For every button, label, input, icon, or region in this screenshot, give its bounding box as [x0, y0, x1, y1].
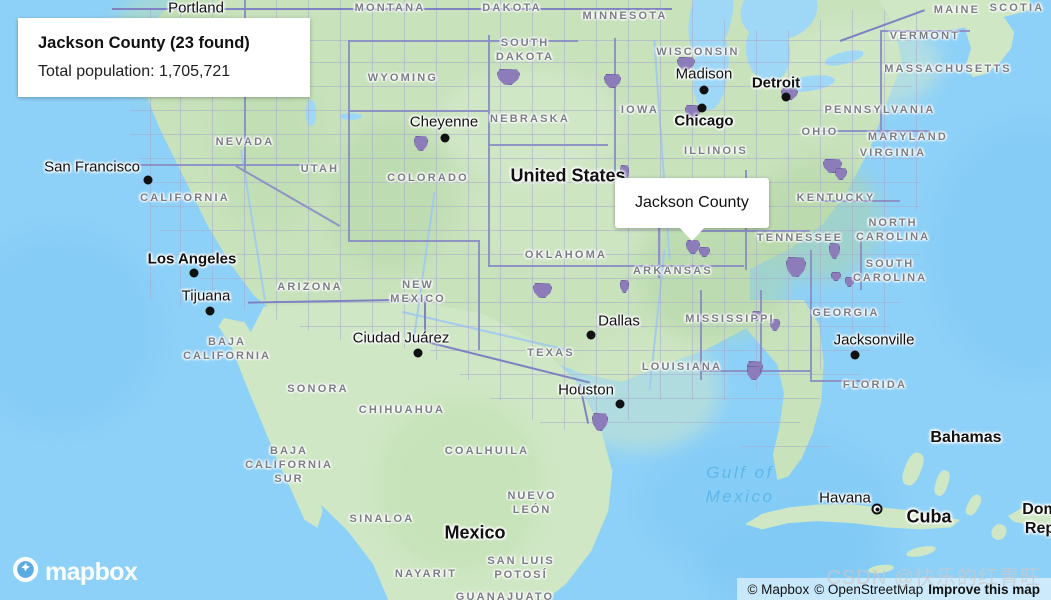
- county-grid: [740, 446, 830, 447]
- county-grid: [130, 134, 920, 135]
- county-grid: [788, 30, 789, 370]
- attribution-improve-map[interactable]: Improve this map: [928, 582, 1040, 597]
- city-marker-dot: [781, 92, 791, 102]
- state-boundary: [860, 240, 862, 290]
- state-boundary: [478, 240, 480, 350]
- country-boundary-usmx: [424, 296, 426, 340]
- county-grid: [404, 0, 405, 348]
- state-boundary: [348, 110, 488, 112]
- city-marker-dot: [615, 399, 625, 409]
- state-boundary: [820, 200, 900, 202]
- city-marker-dot: [586, 330, 596, 340]
- state-boundary: [880, 30, 882, 140]
- county-grid: [916, 10, 917, 210]
- state-boundary: [488, 265, 618, 267]
- county-grid: [260, 302, 900, 303]
- county-grid: [300, 326, 890, 327]
- lake: [340, 113, 362, 120]
- state-boundary: [112, 164, 312, 166]
- info-panel-population: Total population: 1,705,721: [38, 63, 231, 80]
- terrain-shading: [380, 400, 540, 570]
- county-grid: [564, 0, 565, 430]
- state-boundary: [348, 40, 578, 42]
- city-marker-dot: [697, 103, 707, 113]
- state-boundary: [348, 240, 478, 242]
- county-grid: [150, 206, 920, 207]
- map-popup[interactable]: Jackson County: [615, 178, 769, 241]
- city-marker-dot: [143, 175, 153, 185]
- city-marker-dot: [189, 268, 199, 278]
- county-grid: [436, 0, 437, 360]
- county-grid: [500, 0, 501, 400]
- county-grid: [490, 398, 820, 399]
- map-canvas[interactable]: MONTANA DAKOTA SOUTH DAKOTA MINNESOTA WISCONS…: [0, 0, 1051, 600]
- state-boundary: [810, 380, 870, 382]
- county-grid: [340, 0, 341, 340]
- popup-tip-icon: [678, 227, 705, 241]
- state-boundary: [700, 290, 702, 380]
- city-marker-dot: [413, 348, 423, 358]
- state-boundary: [488, 144, 608, 146]
- mapbox-logo-icon: [12, 556, 39, 588]
- city-marker-dot: [205, 306, 215, 316]
- capital-marker-icon: [871, 503, 883, 515]
- state-boundary: [614, 38, 616, 178]
- county-grid: [468, 0, 469, 380]
- country-boundary-uscan: [112, 8, 672, 10]
- info-panel-title: Jackson County (23 found): [38, 34, 250, 52]
- state-boundary: [760, 290, 762, 370]
- city-marker-dot: [699, 85, 709, 95]
- attribution-bar[interactable]: © Mapbox © OpenStreetMap Improve this ma…: [737, 578, 1051, 600]
- county-grid: [140, 158, 920, 159]
- state-boundary: [820, 130, 930, 132]
- county-grid: [884, 10, 885, 340]
- county-grid: [540, 422, 800, 423]
- attribution-osm[interactable]: © OpenStreetMap: [814, 582, 923, 597]
- state-boundary: [880, 30, 970, 32]
- mapbox-wordmark: mapbox: [45, 557, 138, 586]
- state-boundary: [348, 40, 350, 240]
- county-grid: [200, 278, 910, 279]
- city-marker-dot: [850, 350, 860, 360]
- mapbox-logo[interactable]: mapbox: [12, 556, 138, 588]
- state-boundary: [488, 35, 490, 265]
- attribution-mapbox[interactable]: © Mapbox: [747, 582, 809, 597]
- county-grid: [532, 0, 533, 420]
- county-grid: [852, 10, 853, 360]
- county-grid: [430, 350, 870, 351]
- state-boundary: [614, 265, 744, 267]
- county-grid: [130, 110, 920, 111]
- terrain-shading: [560, 330, 720, 450]
- county-grid: [372, 0, 373, 345]
- county-grid: [140, 182, 920, 183]
- city-marker-dot: [440, 133, 450, 143]
- state-boundary: [690, 230, 810, 232]
- county-grid: [596, 0, 597, 430]
- state-boundary: [810, 250, 812, 380]
- county-grid: [820, 20, 821, 370]
- info-panel: Jackson County (23 found) Total populati…: [18, 18, 310, 97]
- county-grid: [170, 254, 920, 255]
- popup-label: Jackson County: [635, 194, 749, 211]
